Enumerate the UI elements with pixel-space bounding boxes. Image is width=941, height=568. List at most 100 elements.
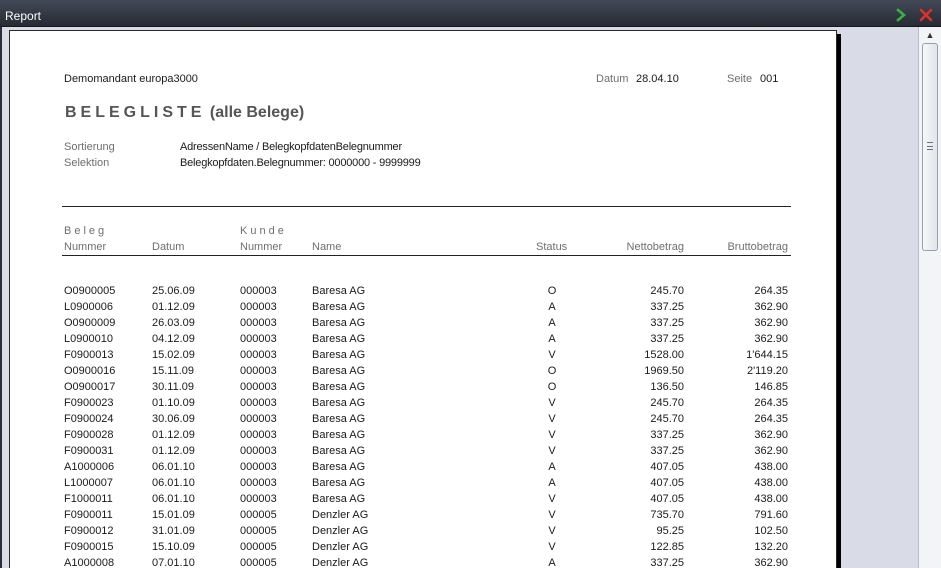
cell-kunde-nummer: 000003 [240, 365, 277, 377]
cell-beleg-nummer: L1000007 [64, 477, 113, 489]
cell-datum: 30.11.09 [152, 381, 195, 393]
cell-beleg-nummer: F0900028 [64, 429, 114, 441]
col-status: Status [536, 241, 568, 253]
cell-kunde-nummer: 000003 [240, 333, 277, 345]
col-netto: Nettobetrag [626, 241, 684, 253]
cell-brutto: 362.90 [754, 317, 788, 329]
sort-label: Sortierung [64, 141, 115, 153]
group-beleg: Beleg [64, 225, 108, 237]
cell-brutto: 264.35 [754, 285, 788, 297]
cell-name: Baresa AG [312, 381, 366, 393]
date-label: Datum [596, 73, 629, 85]
cell-name: Baresa AG [312, 285, 366, 297]
cell-status: V [548, 349, 556, 361]
scroll-up-icon[interactable]: ▲ [923, 29, 937, 41]
cell-netto: 337.25 [650, 333, 684, 345]
cell-name: Baresa AG [312, 365, 366, 377]
cell-beleg-nummer: O0900009 [64, 317, 116, 329]
cell-beleg-nummer: F0900012 [64, 525, 114, 537]
report-viewport: Demomandant europa3000 Datum 28.04.10 Se… [2, 27, 918, 568]
sort-value: AdressenName / BelegkopfdatenBelegnummer [180, 141, 402, 153]
cell-kunde-nummer: 000003 [240, 349, 277, 361]
cell-netto: 407.05 [650, 493, 684, 505]
selection-label: Selektion [64, 157, 110, 169]
cell-netto: 337.25 [650, 557, 684, 568]
page-label: Seite [727, 73, 753, 85]
cell-datum: 06.01.10 [152, 461, 195, 473]
report-window: Report Demomandant europa3000 Datum 28.0… [0, 0, 941, 568]
cell-kunde-nummer: 000003 [240, 461, 277, 473]
cell-status: V [548, 509, 556, 521]
cell-status: O [547, 365, 557, 377]
cell-name: Baresa AG [312, 461, 366, 473]
header-divider [62, 206, 791, 207]
cell-status: A [548, 461, 556, 473]
cell-name: Baresa AG [312, 349, 366, 361]
cell-name: Denzler AG [312, 509, 369, 521]
cell-kunde-nummer: 000005 [240, 509, 277, 521]
col-kunde-nummer: Nummer [240, 241, 283, 253]
cell-beleg-nummer: L0900006 [64, 301, 113, 313]
cell-status: A [548, 317, 556, 329]
cell-brutto: 146.85 [754, 381, 788, 393]
cell-status: A [548, 477, 556, 489]
cell-brutto: 438.00 [754, 461, 788, 473]
cell-brutto: 264.35 [754, 413, 788, 425]
cell-status: V [548, 445, 556, 457]
selection-value: Belegkopfdaten.Belegnummer: 0000000 - 99… [180, 157, 421, 169]
cell-netto: 337.25 [650, 445, 684, 457]
cell-name: Baresa AG [312, 317, 366, 329]
cell-name: Denzler AG [312, 525, 369, 537]
cell-netto: 337.25 [650, 429, 684, 441]
cell-beleg-nummer: F0900024 [64, 413, 114, 425]
report-title: BELEGLISTE (alle Belege) [65, 103, 304, 122]
cell-name: Baresa AG [312, 477, 366, 489]
cell-name: Denzler AG [312, 541, 369, 553]
cell-brutto: 438.00 [754, 493, 788, 505]
cell-beleg-nummer: F0900015 [64, 541, 114, 553]
cell-netto: 407.05 [650, 477, 684, 489]
cell-kunde-nummer: 000003 [240, 397, 277, 409]
cell-brutto: 438.00 [754, 477, 788, 489]
cell-status: V [548, 429, 556, 441]
cell-name: Baresa AG [312, 445, 366, 457]
window-title: Report [5, 9, 42, 23]
cell-beleg-nummer: O0900017 [64, 381, 116, 393]
cell-brutto: 264.35 [754, 397, 788, 409]
scrollbar-thumb[interactable] [922, 43, 938, 251]
cell-beleg-nummer: F0900023 [64, 397, 114, 409]
cell-datum: 15.02.09 [152, 349, 195, 361]
close-icon[interactable] [919, 8, 933, 22]
cell-name: Denzler AG [312, 557, 369, 568]
col-beleg-nummer: Nummer [64, 241, 107, 253]
cell-beleg-nummer: A1000008 [64, 557, 115, 568]
title-bar[interactable]: Report [0, 0, 941, 27]
cell-netto: 245.70 [650, 285, 684, 297]
cell-kunde-nummer: 000003 [240, 445, 277, 457]
cell-datum: 06.01.10 [152, 477, 195, 489]
cell-netto: 245.70 [650, 397, 684, 409]
cell-netto: 1969.50 [644, 365, 684, 377]
cell-beleg-nummer: F0900031 [64, 445, 114, 457]
cell-brutto: 362.90 [754, 333, 788, 345]
cell-name: Baresa AG [312, 429, 366, 441]
cell-datum: 15.01.09 [152, 509, 195, 521]
cell-netto: 136.50 [650, 381, 684, 393]
cell-netto: 407.05 [650, 461, 684, 473]
col-name: Name [312, 241, 342, 253]
vertical-scrollbar[interactable]: ▲ [918, 27, 941, 568]
cell-name: Baresa AG [312, 333, 366, 345]
cell-name: Baresa AG [312, 413, 366, 425]
arrow-right-icon[interactable] [894, 8, 908, 22]
grip-icon [927, 142, 933, 150]
cell-netto: 337.25 [650, 301, 684, 313]
cell-kunde-nummer: 000003 [240, 381, 277, 393]
cell-brutto: 362.90 [754, 557, 788, 568]
cell-status: V [548, 397, 556, 409]
cell-brutto: 102.50 [754, 525, 788, 537]
cell-status: A [548, 333, 556, 345]
cell-datum: 15.10.09 [152, 541, 195, 553]
cell-status: O [547, 381, 557, 393]
cell-netto: 122.85 [650, 541, 684, 553]
cell-datum: 25.06.09 [152, 285, 195, 297]
